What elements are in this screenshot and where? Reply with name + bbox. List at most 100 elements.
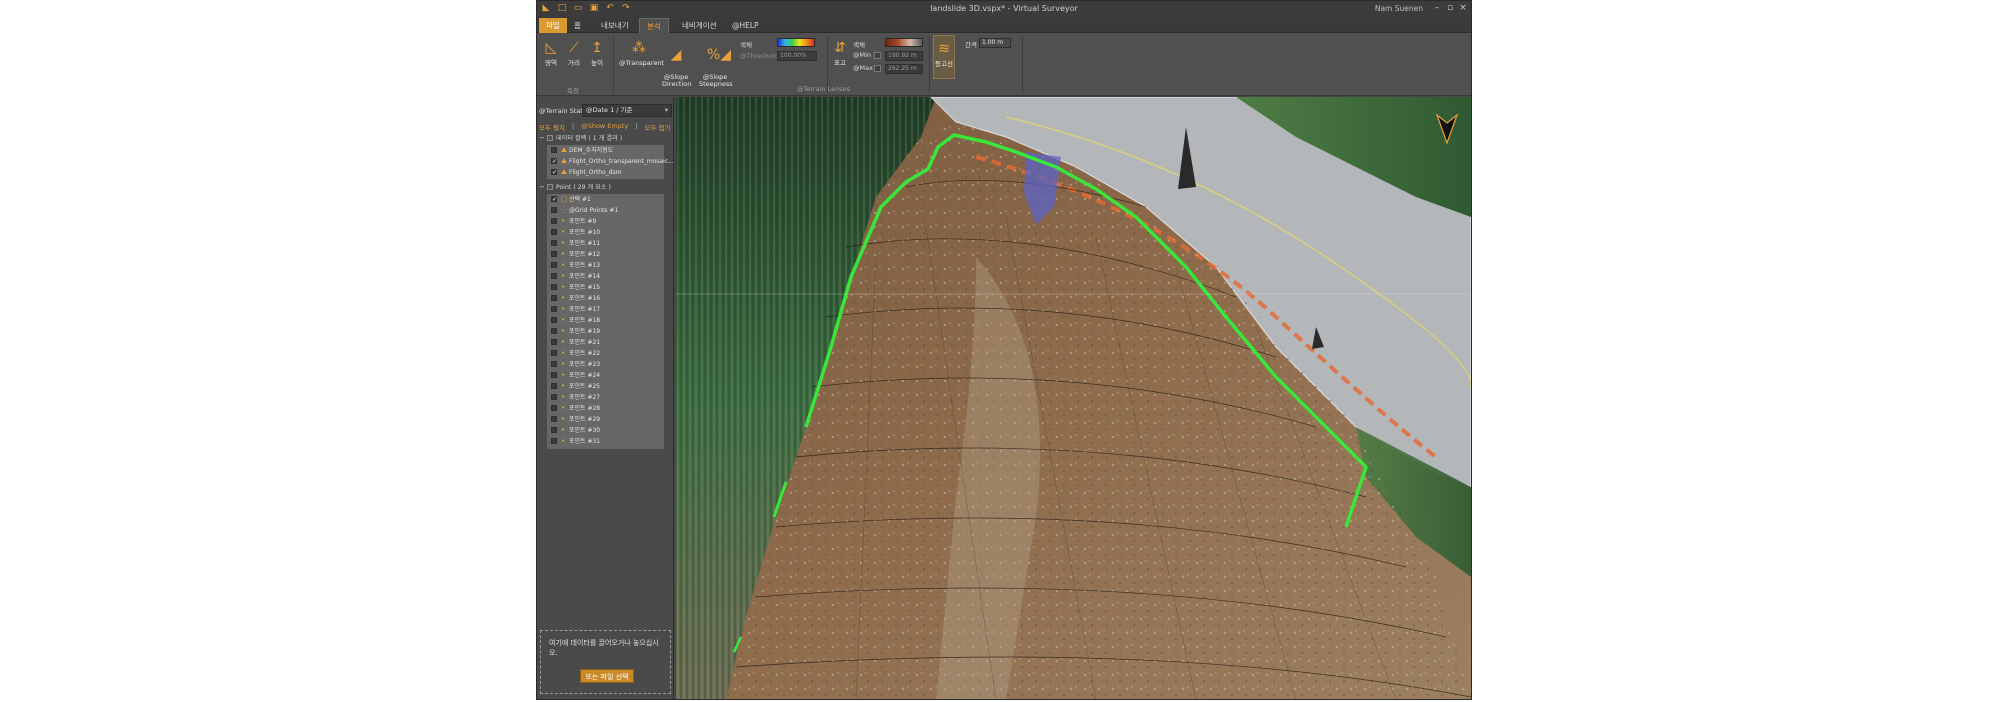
transparent-button[interactable]: ⁂ @Transparent [619,39,664,67]
collapse-icon[interactable]: − [539,182,545,193]
ribbon-separator [1022,37,1023,93]
tree-actions: 모두 펼치 | @Show Empty | 모두 접기 [539,122,671,132]
layer-checkbox[interactable] [551,240,557,246]
layer-checkbox[interactable] [551,147,557,153]
area-measure-icon: ◺ [545,40,557,56]
group-checkbox[interactable] [547,135,553,141]
transparent-icon: ⁂ [632,40,646,56]
layer-checkbox[interactable] [551,350,557,356]
layer-checkbox[interactable] [551,284,557,290]
tab-help[interactable]: @HELP [725,18,766,33]
layer-checkbox[interactable] [551,306,557,312]
point-icon: • [561,437,566,445]
elevation-max-checkbox[interactable] [874,65,881,72]
distance-measure-button[interactable]: ⟋ 거리 [564,39,584,67]
tab-file[interactable]: 파일 [539,18,567,33]
ribbon-separator [613,37,614,93]
layer-checkbox[interactable] [551,339,557,345]
terrain-color-label: 색채 [740,41,752,49]
layer-checkbox[interactable] [551,218,557,224]
point-icon: • [561,371,566,379]
user-name: Nam Suenen [1374,4,1423,13]
layer-checkbox[interactable] [551,405,557,411]
window-title: landslide 3D.vspx* - Virtual Surveyor [930,4,1078,13]
close-button[interactable]: × [1457,2,1469,15]
layer-checkbox[interactable] [551,394,557,400]
point-icon: • [561,426,566,434]
elevation-icon: ⇵ [834,40,846,56]
layer-checkbox[interactable]: ✓ [551,169,557,176]
elevation-min-checkbox[interactable] [874,52,881,59]
tab-home[interactable]: 홈 [567,18,588,33]
chevron-down-icon: ▾ [664,106,668,114]
app-window: ◣ □ ▭ ▣ ↶ ↷ landslide 3D.vspx* - Virtual… [536,0,1472,700]
area-measure-button[interactable]: ◺ 영역 [541,39,561,67]
title-bar: ◣ □ ▭ ▣ ↶ ↷ landslide 3D.vspx* - Virtual… [537,1,1471,17]
layer-checkbox[interactable] [551,251,557,257]
point-icon: • [561,316,566,324]
height-measure-button[interactable]: ↥ 높이 [587,39,607,67]
contour-icon: ≋ [938,41,950,57]
layer-checkbox[interactable] [551,317,557,323]
terrain-state-label: @Terrain State [539,107,587,115]
ribbon-separator [827,37,828,93]
terrain-render[interactable] [676,97,1471,700]
show-empty-link[interactable]: @Show Empty [581,122,628,132]
point-icon: • [561,294,566,302]
layer-checkbox[interactable] [551,229,557,235]
minimize-button[interactable]: – [1431,2,1443,15]
contour-interval-label: 간격 [965,41,977,49]
point-icon: • [561,327,566,335]
tab-analysis[interactable]: 분석 [639,18,669,33]
layer-checkbox[interactable] [551,207,557,213]
tab-navigation[interactable]: 네비게이션 [675,18,724,33]
ribbon-separator [929,37,930,93]
contour-button[interactable]: ≋ 등고선 [933,35,955,79]
tab-export[interactable]: 내보내기 [594,18,636,33]
layer-checkbox[interactable]: ✓ [551,158,557,165]
terrain-color-ramp[interactable] [777,38,815,47]
layer-checkbox[interactable] [551,273,557,279]
point-icon: • [561,239,566,247]
terrain-layer-icon: ⛰ [561,146,567,154]
layer-checkbox[interactable] [551,372,557,378]
expand-all-link[interactable]: 모두 펼치 [539,122,565,132]
3d-terrain-viewport[interactable] [676,97,1471,700]
collapse-all-link[interactable]: 모두 접기 [644,122,670,132]
elevation-button[interactable]: ⇵ 표고 [830,39,850,67]
file-drop-zone[interactable]: 여기에 데이터를 끌어오거나 놓으십시오. 또는 파일 선택 [540,630,671,694]
point-icon: • [561,283,566,291]
layer-checkbox[interactable] [551,427,557,433]
layers-panel: @Terrain State @Date 1 / 기준 ▾ 모두 펼치 | @S… [537,97,674,699]
layer-checkbox[interactable] [551,416,557,422]
terrain-state-select[interactable]: @Date 1 / 기준 ▾ [582,104,672,117]
threshold-input[interactable]: 100.00% [777,51,817,61]
point-icon: • [561,305,566,313]
menu-bar: 파일 홈 내보내기 분석 네비게이션 @HELP [537,17,1471,33]
point-icon: • [561,272,566,280]
contour-interval-input[interactable]: 1.00 m [979,38,1011,48]
elevation-min-input[interactable]: 190.92 m [885,51,923,61]
collapse-icon[interactable]: − [539,133,545,144]
layer-checkbox[interactable] [551,295,557,301]
layer-checkbox[interactable] [551,328,557,334]
layer-checkbox[interactable] [551,383,557,389]
measure-group-label: 측정 [567,87,579,95]
elevation-color-ramp[interactable] [885,38,923,47]
slope-direction-button[interactable]: ◢ @Slope Direction [662,39,691,88]
point-icon: • [561,250,566,258]
point-icon: • [561,338,566,346]
slope-steepness-button[interactable]: %◢ @Slope Steepness [699,39,733,88]
maximize-button[interactable]: ▫ [1444,2,1456,15]
layer-checkbox[interactable]: ✓ [551,196,557,203]
select-file-button[interactable]: 또는 파일 선택 [580,669,634,683]
group-checkbox[interactable] [547,184,553,190]
height-measure-icon: ↥ [591,40,603,56]
elevation-max-input[interactable]: 262.25 m [885,64,923,74]
compass-north-icon[interactable] [1435,111,1459,145]
layer-checkbox[interactable] [551,361,557,367]
layer-checkbox[interactable] [551,438,557,444]
elevation-max-label: @Max [853,64,873,72]
layer-checkbox[interactable] [551,262,557,268]
distance-measure-icon: ⟋ [569,40,579,56]
